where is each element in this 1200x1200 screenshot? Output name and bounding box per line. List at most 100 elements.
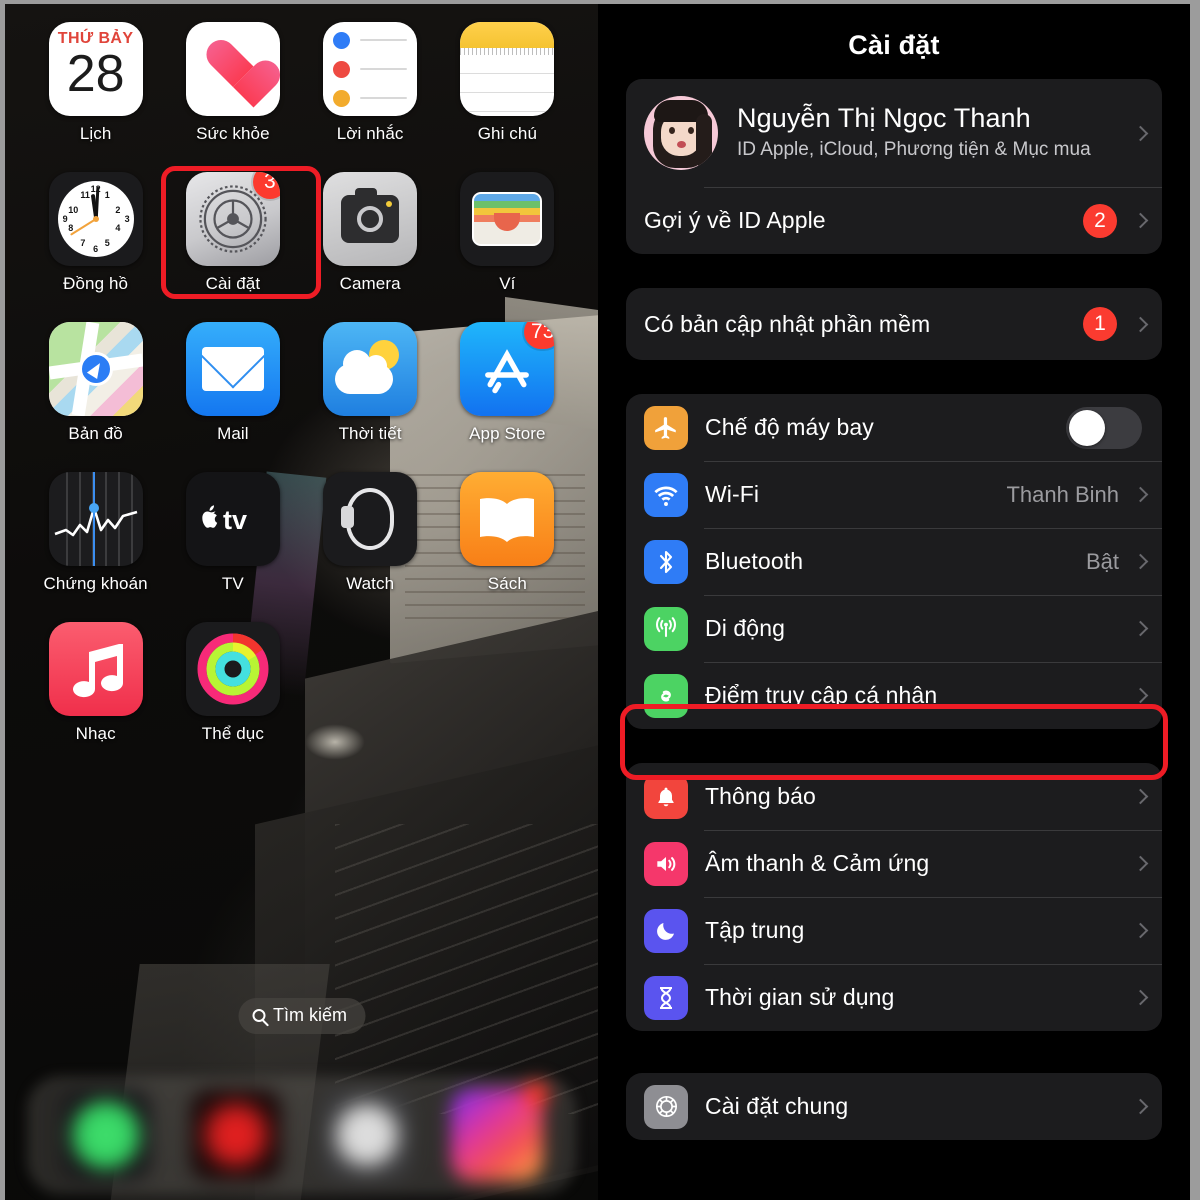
app-label: Ghi chú — [477, 124, 538, 143]
row-label: Thời gian sử dụng — [705, 984, 895, 1010]
app-label: Mail — [217, 424, 249, 443]
row-label: Âm thanh & Cảm ứng — [705, 850, 930, 876]
badge-count: 2 — [1083, 203, 1117, 238]
threads-icon[interactable] — [320, 1089, 413, 1181]
app-icon-stocks[interactable]: Chứng khoán — [34, 472, 158, 622]
app-icon-health[interactable]: Sức khỏe — [171, 22, 295, 172]
app-label: Nhạc — [75, 724, 116, 743]
chevron-right-icon — [1132, 788, 1149, 805]
chevron-right-icon — [1132, 855, 1149, 872]
phone-icon[interactable] — [60, 1089, 153, 1181]
account-card: Nguyễn Thị Ngọc Thanh ID Apple, iCloud, … — [626, 79, 1162, 254]
row-label: Bluetooth — [705, 548, 804, 574]
app-icon-fitness[interactable]: Thể dục — [171, 622, 295, 772]
apple-id-suggestion-row[interactable]: Gợi ý về ID Apple 2 — [626, 187, 1162, 254]
app-icon-apple-tv[interactable]: tv TV — [171, 472, 295, 622]
moon-icon — [644, 908, 688, 953]
settings-row-notifications[interactable]: Thông báo — [626, 763, 1162, 830]
wifi-icon — [644, 472, 688, 517]
badge-count: 1 — [1083, 307, 1117, 341]
app-icon-settings[interactable]: 3 Cài đặt — [171, 172, 295, 322]
row-label: Điểm truy cập cá nhân — [705, 682, 938, 708]
app-label: Lịch — [79, 124, 112, 143]
account-subtitle: ID Apple, iCloud, Phương tiện & Mục mua — [737, 139, 1091, 161]
settings-row-sounds-haptics[interactable]: Âm thanh & Cảm ứng — [626, 830, 1162, 897]
app-label: Watch — [346, 574, 395, 593]
settings-row-cellular[interactable]: Di động — [626, 595, 1162, 662]
speaker-icon — [644, 841, 688, 886]
app-label: Sách — [487, 574, 527, 593]
settings-row-focus[interactable]: Tập trung — [626, 897, 1162, 964]
app-icon-app-store[interactable]: 73 App Store — [445, 322, 569, 472]
app-label: App Store — [469, 424, 546, 443]
bluetooth-icon — [644, 539, 688, 584]
row-label: Di động — [705, 615, 785, 641]
app-icon-reminders[interactable]: Lời nhắc — [308, 22, 432, 172]
chevron-right-icon — [1132, 553, 1149, 570]
svg-text:tv: tv — [223, 505, 247, 535]
app-label: TV — [221, 574, 244, 593]
airplane-mode-toggle[interactable] — [1066, 406, 1142, 449]
fitness-rings-icon — [185, 622, 280, 716]
dock — [27, 1076, 576, 1194]
books-icon — [460, 472, 555, 566]
account-row[interactable]: Nguyễn Thị Ngọc Thanh ID Apple, iCloud, … — [626, 79, 1162, 187]
app-icon-notes[interactable]: Ghi chú — [445, 22, 569, 172]
app-icon-maps[interactable]: Bản đồ — [34, 322, 158, 472]
search-pill[interactable]: Tìm kiếm — [238, 998, 365, 1034]
software-update-card: Có bản cập nhật phần mềm 1 — [626, 288, 1162, 360]
ios-home-screen: THỨ BẢY 28 Lịch Sức khỏe Lời nhắc Ghi ch… — [5, 4, 598, 1200]
chevron-right-icon — [1132, 922, 1149, 939]
instagram-icon[interactable] — [450, 1081, 549, 1181]
app-icon-wallet[interactable]: Ví — [445, 172, 569, 322]
chevron-right-icon — [1132, 620, 1149, 637]
youtube-icon[interactable] — [190, 1089, 283, 1181]
row-label: Gợi ý về ID Apple — [644, 207, 826, 233]
app-icon-camera[interactable]: Camera — [308, 172, 432, 322]
settings-row-wifi[interactable]: Wi-Fi Thanh Binh — [626, 461, 1162, 528]
settings-row-general[interactable]: Cài đặt chung — [626, 1073, 1162, 1140]
app-icon-calendar[interactable]: THỨ BẢY 28 Lịch — [34, 22, 158, 172]
app-icon-clock[interactable]: 12 3 6 9 1 2 4 5 7 8 10 11 — [34, 172, 158, 322]
settings-row-bluetooth[interactable]: Bluetooth Bật — [626, 528, 1162, 595]
row-label: Cài đặt chung — [705, 1093, 849, 1119]
personal-hotspot-icon — [644, 673, 688, 718]
app-icon-mail[interactable]: Mail — [171, 322, 295, 472]
calendar-day: 28 — [66, 45, 125, 103]
app-label: Đồng hồ — [63, 274, 129, 293]
row-value: Thanh Binh — [1006, 481, 1119, 507]
row-label: Tập trung — [705, 917, 805, 943]
connectivity-card: Chế độ máy bay Wi-Fi Thanh Binh Bluetoot… — [626, 394, 1162, 729]
chevron-right-icon — [1132, 687, 1149, 704]
chevron-right-icon — [1132, 125, 1149, 141]
chevron-right-icon — [1132, 486, 1149, 503]
app-label: Camera — [339, 274, 401, 293]
account-name: Nguyễn Thị Ngọc Thanh — [737, 103, 1031, 134]
app-label: Thời tiết — [338, 424, 402, 443]
app-icon-music[interactable]: Nhạc — [34, 622, 158, 772]
health-heart-icon — [185, 22, 280, 116]
app-icon-watch[interactable]: Watch — [308, 472, 432, 622]
ios-settings-screen: Cài đặt Nguyễn Thị Ngọc Thanh ID Apple, … — [598, 4, 1190, 1200]
app-label: Thể dục — [201, 724, 264, 743]
music-note-icon — [48, 622, 143, 716]
app-icon-books[interactable]: Sách — [445, 472, 569, 622]
screenshot-frame: THỨ BẢY 28 Lịch Sức khỏe Lời nhắc Ghi ch… — [0, 0, 1200, 1200]
app-icon-weather[interactable]: Thời tiết — [308, 322, 432, 472]
row-value: Bật — [1085, 548, 1119, 574]
app-store-icon: 73 — [460, 322, 555, 416]
watch-icon — [323, 472, 418, 566]
cellular-icon — [644, 606, 688, 651]
calendar-icon: THỨ BẢY 28 — [48, 22, 143, 116]
reminders-icon — [323, 22, 418, 116]
chevron-right-icon — [1132, 1098, 1149, 1115]
settings-row-airplane-mode[interactable]: Chế độ máy bay — [626, 394, 1162, 461]
chevron-right-icon — [1132, 316, 1149, 332]
software-update-row[interactable]: Có bản cập nhật phần mềm 1 — [626, 288, 1162, 360]
bell-icon — [644, 774, 688, 819]
app-label: Sức khỏe — [196, 124, 270, 143]
row-label: Có bản cập nhật phần mềm — [644, 310, 931, 337]
settings-row-personal-hotspot[interactable]: Điểm truy cập cá nhân — [626, 662, 1162, 729]
settings-row-screen-time[interactable]: Thời gian sử dụng — [626, 964, 1162, 1031]
avatar — [644, 96, 718, 170]
